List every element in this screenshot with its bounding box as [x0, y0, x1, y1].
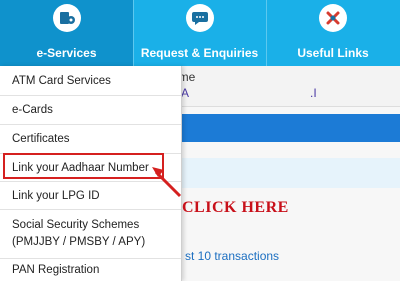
click-here-annotation: CLICK HERE: [182, 199, 289, 216]
annotation-arrow: [152, 167, 182, 198]
